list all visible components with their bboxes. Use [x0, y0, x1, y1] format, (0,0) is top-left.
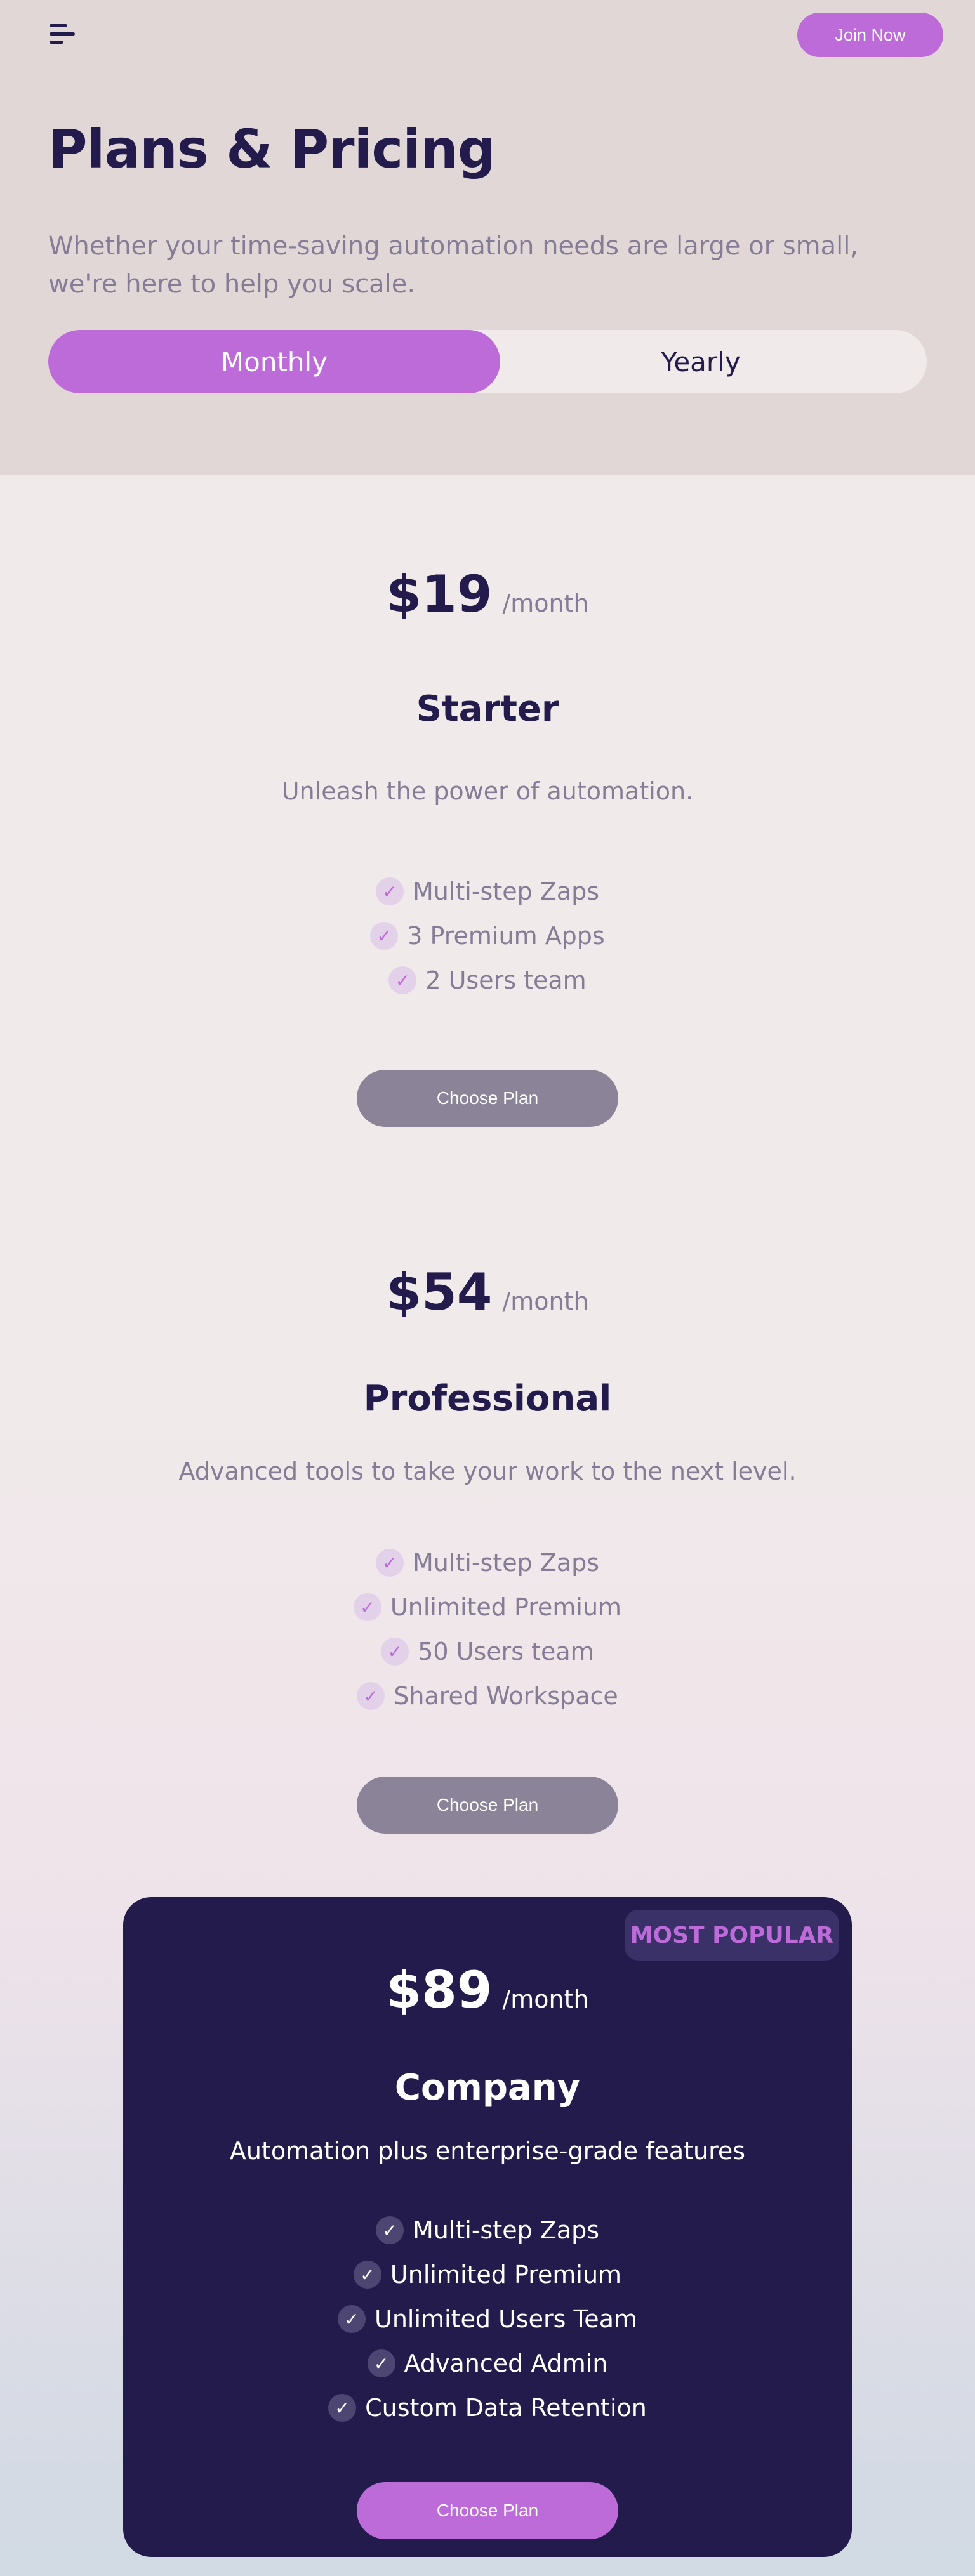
check-icon: ✓ [381, 1638, 409, 1666]
check-icon: ✓ [367, 2349, 395, 2377]
toggle-monthly-option[interactable]: Monthly [48, 330, 500, 393]
plan-name: Professional [363, 1378, 612, 1419]
plan-description: Advanced tools to take your work to the … [178, 1457, 797, 1485]
feature-text: 50 Users team [418, 1638, 594, 1666]
price-amount: $54 [386, 1263, 493, 1322]
feature-item: ✓ Advanced Admin [367, 2341, 608, 2386]
feature-item: ✓ Unlimited Premium [353, 2252, 622, 2297]
billing-toggle: Yearly Monthly [48, 330, 927, 393]
plan-price: $19 /month [0, 565, 975, 624]
feature-item: ✓ 3 Premium Apps [370, 914, 605, 958]
join-now-button[interactable]: Join Now [797, 13, 943, 57]
check-icon: ✓ [375, 877, 404, 905]
plan-name: Company [394, 2067, 581, 2108]
check-icon: ✓ [375, 2216, 404, 2244]
choose-plan-button[interactable]: Choose Plan [357, 1070, 618, 1127]
feature-item: ✓ Unlimited Users Team [338, 2297, 637, 2341]
check-icon: ✓ [353, 1593, 381, 1621]
plan-description: Automation plus enterprise-grade feature… [229, 2137, 746, 2165]
feature-list: ✓ Multi-step Zaps ✓ Unlimited Premium ✓ Unl… [123, 2208, 852, 2430]
plan-description: Unleash the power of automation. [281, 777, 694, 805]
plan-company-card: MOST POPULAR $89 /month Company Automati… [123, 1897, 852, 2557]
check-icon: ✓ [353, 2261, 381, 2289]
price-amount: $19 [386, 565, 493, 624]
feature-text: Unlimited Users Team [375, 2305, 637, 2333]
price-period: /month [502, 589, 589, 617]
choose-plan-button[interactable]: Choose Plan [357, 1777, 618, 1834]
feature-text: Multi-step Zaps [412, 2216, 600, 2244]
feature-item: ✓ Custom Data Retention [328, 2386, 647, 2430]
plan-price: $89 /month [123, 1961, 852, 2020]
page-title: Plans & Pricing [48, 118, 496, 180]
feature-text: Unlimited Premium [390, 1593, 622, 1621]
feature-item: ✓ 2 Users team [388, 958, 587, 1002]
feature-text: Multi-step Zaps [412, 1549, 600, 1577]
check-icon: ✓ [370, 922, 399, 950]
check-icon: ✓ [338, 2305, 366, 2333]
most-popular-badge: MOST POPULAR [625, 1910, 839, 1961]
plan-price: $54 /month [0, 1263, 975, 1322]
hero-section: Join Now Plans & Pricing Whether your ti… [0, 0, 975, 475]
price-period: /month [502, 1985, 589, 2013]
feature-text: Advanced Admin [404, 2349, 608, 2377]
feature-text: Multi-step Zaps [412, 877, 600, 905]
feature-list: ✓ Multi-step Zaps ✓ 3 Premium Apps ✓ 2 User… [0, 869, 975, 1002]
price-period: /month [502, 1287, 589, 1315]
feature-text: 2 Users team [425, 966, 587, 994]
toggle-yearly-option[interactable]: Yearly [475, 330, 927, 393]
choose-plan-button[interactable]: Choose Plan [357, 2482, 618, 2539]
feature-item: ✓ Unlimited Premium [353, 1585, 622, 1629]
hamburger-menu-icon[interactable] [50, 23, 77, 48]
feature-text: Custom Data Retention [365, 2394, 647, 2422]
feature-item: ✓ Multi-step Zaps [375, 2208, 600, 2252]
check-icon: ✓ [388, 966, 417, 994]
feature-text: 3 Premium Apps [407, 922, 605, 950]
feature-item: ✓ 50 Users team [381, 1629, 594, 1674]
check-icon: ✓ [357, 1682, 385, 1710]
price-amount: $89 [386, 1961, 493, 2020]
feature-item: ✓ Shared Workspace [357, 1674, 618, 1718]
check-icon: ✓ [375, 1549, 404, 1577]
check-icon: ✓ [328, 2394, 357, 2422]
feature-item: ✓ Multi-step Zaps [375, 1541, 600, 1585]
feature-list: ✓ Multi-step Zaps ✓ Unlimited Premium ✓ 50 … [0, 1541, 975, 1718]
page-subtitle: Whether your time-saving automation need… [48, 232, 859, 299]
feature-text: Unlimited Premium [390, 2261, 622, 2289]
feature-item: ✓ Multi-step Zaps [375, 869, 600, 914]
plan-name: Starter [416, 688, 559, 730]
feature-text: Shared Workspace [394, 1682, 618, 1710]
